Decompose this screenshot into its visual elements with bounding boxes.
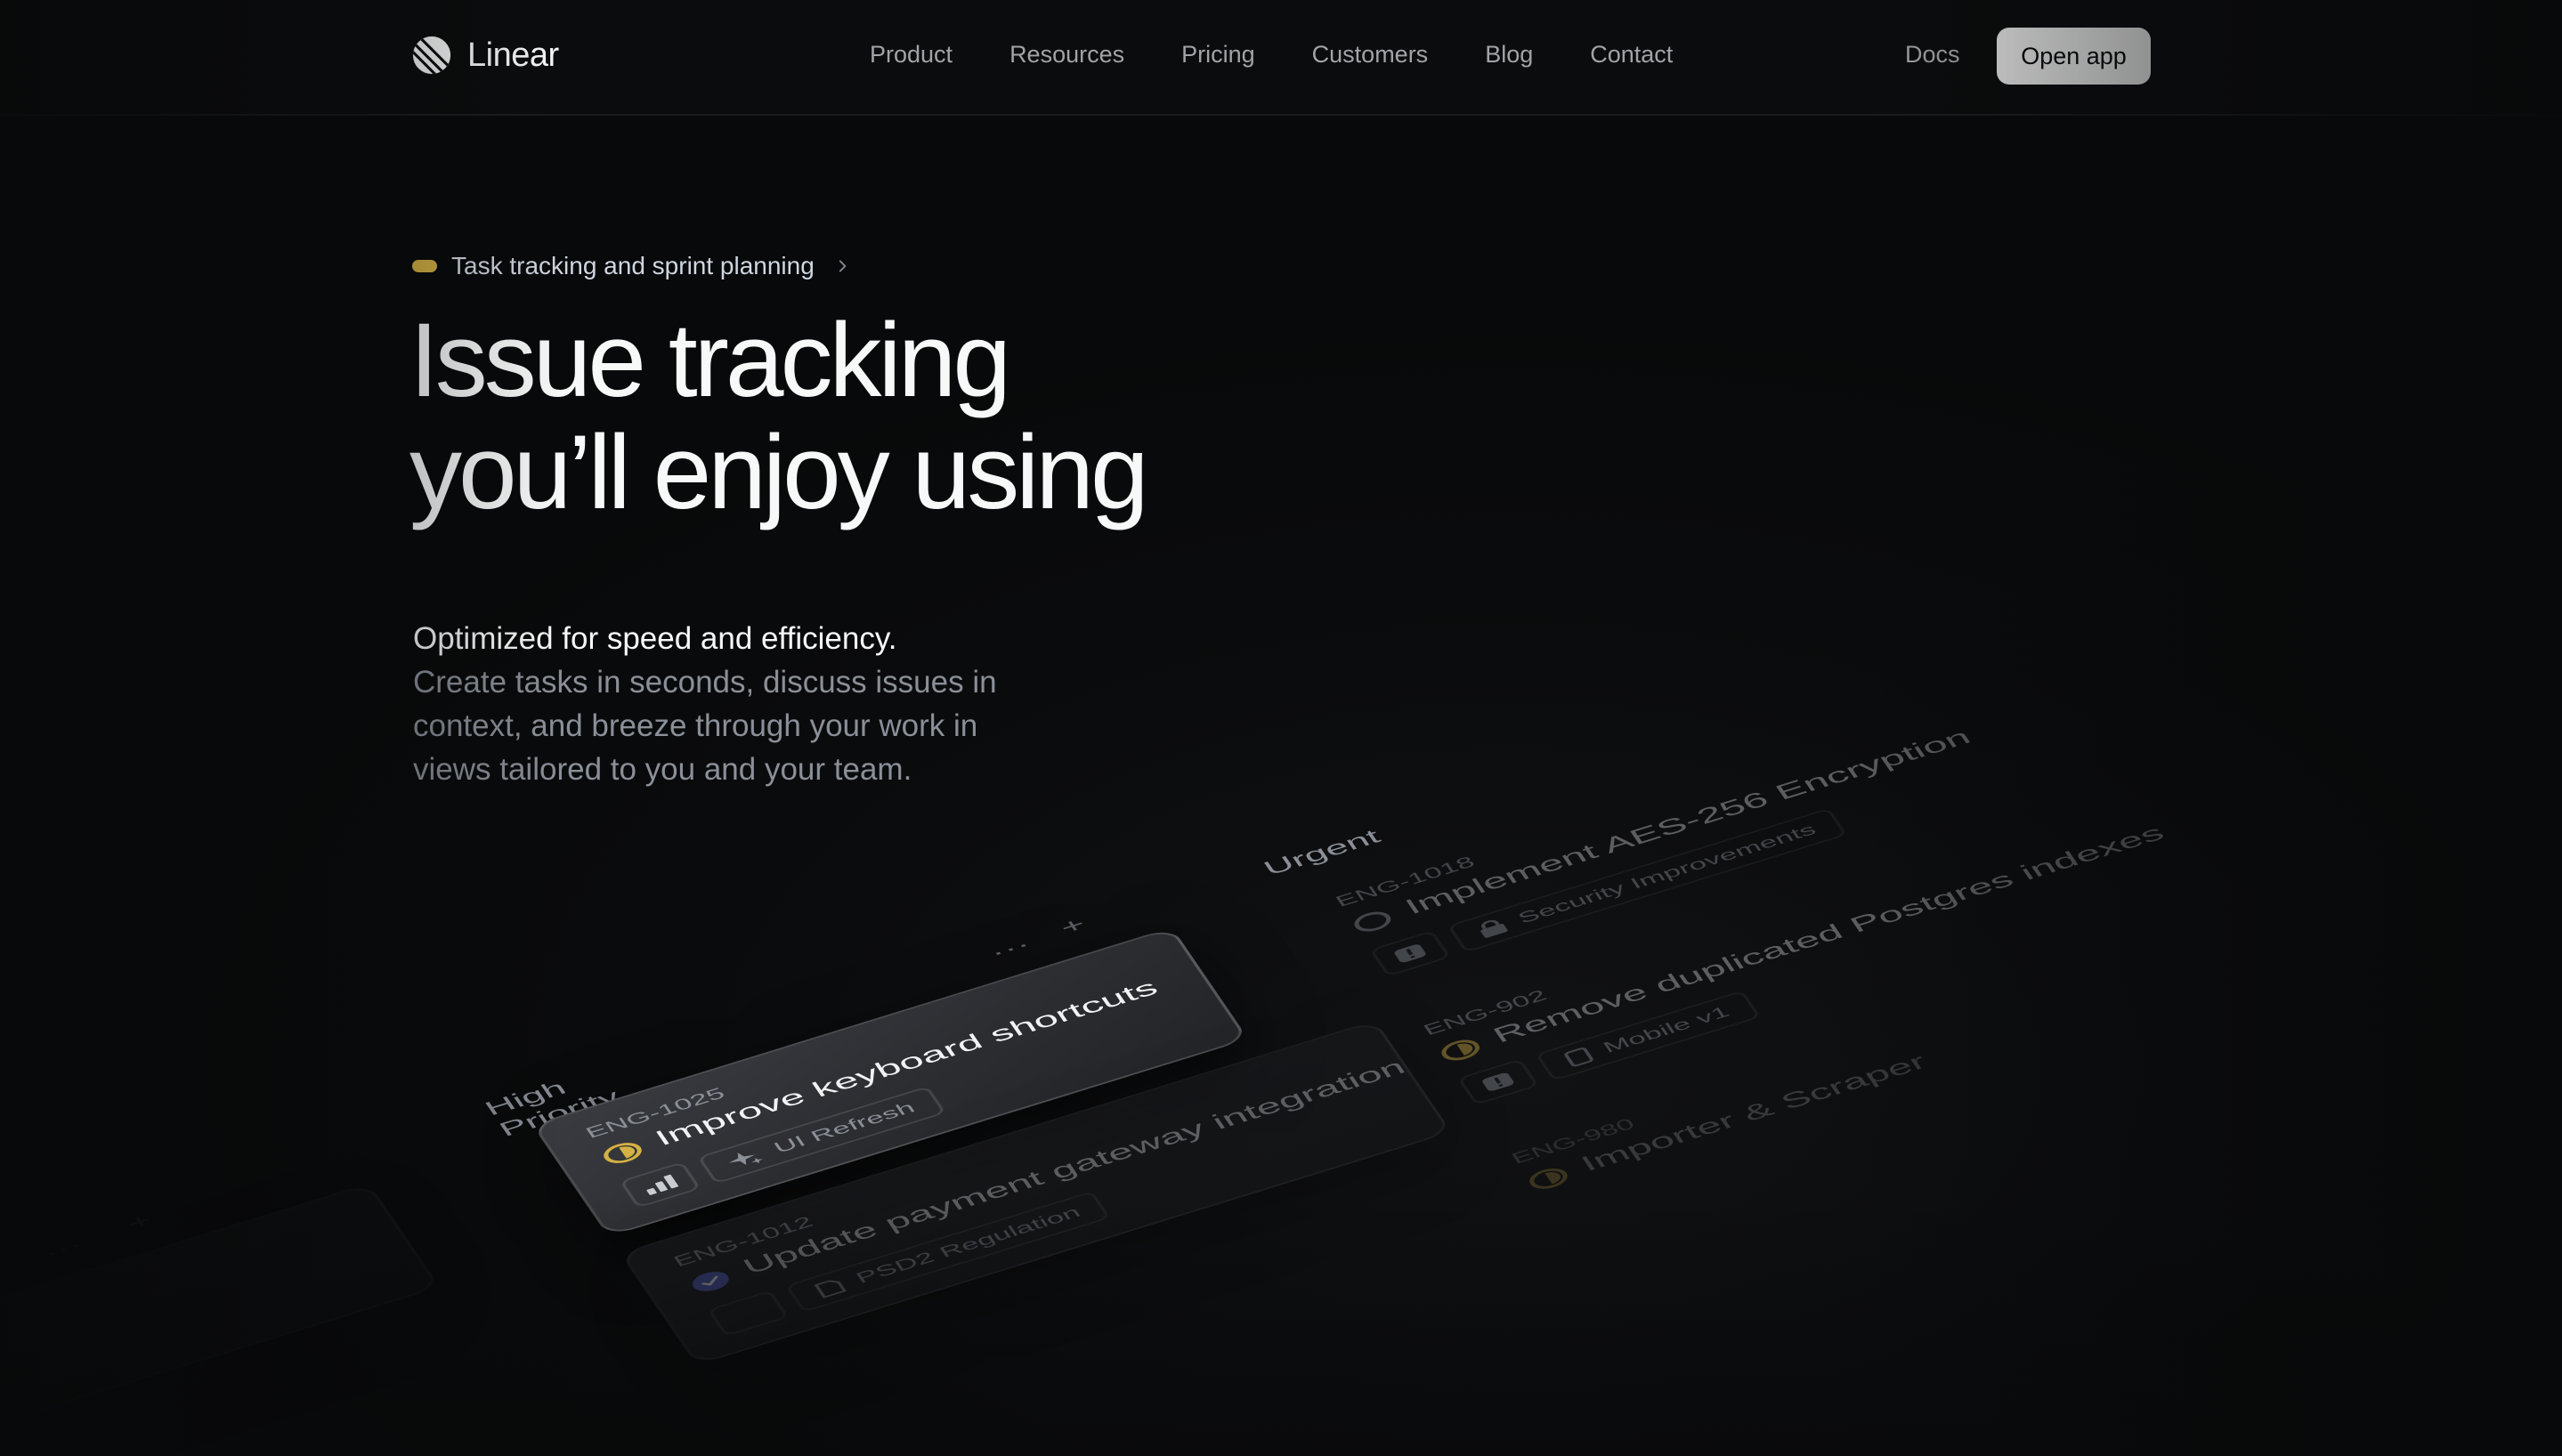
in-progress-status-icon (604, 1143, 642, 1163)
in-progress-status-icon (1441, 1039, 1480, 1061)
priority-bars-icon[interactable] (619, 1161, 701, 1209)
priority-icon[interactable] (707, 1290, 790, 1337)
todo-status-icon (1354, 911, 1391, 932)
urgent-priority-icon[interactable] (1456, 1058, 1539, 1105)
column-more-icon[interactable]: ··· (985, 933, 1036, 966)
issue-card-faded[interactable]: tasks (0, 1183, 441, 1456)
done-status-icon (692, 1272, 729, 1291)
mobile-icon (1564, 1048, 1593, 1067)
more-icon[interactable]: ··· (37, 1233, 89, 1266)
board-illustration: ··· + tasks High Priority ··· + ENG-1025… (0, 0, 2562, 1456)
lock-icon (1480, 919, 1508, 938)
sparkle-icon (728, 1153, 764, 1165)
urgent-priority-icon[interactable] (1369, 930, 1452, 977)
add-icon[interactable]: + (122, 1209, 158, 1236)
column-add-icon[interactable]: + (1055, 912, 1091, 940)
document-icon (814, 1280, 847, 1298)
page: Linear Product Resources Pricing Custome… (0, 0, 2562, 1456)
in-progress-status-icon (1529, 1168, 1568, 1189)
